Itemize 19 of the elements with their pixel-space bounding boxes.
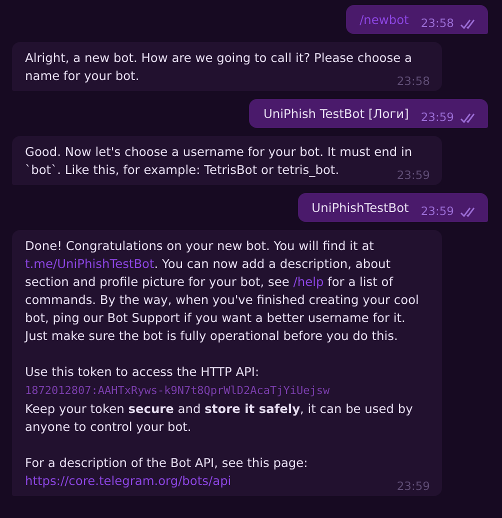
message-time: 23:58	[396, 74, 430, 88]
message-text: UniPhishTestBot 23:59	[312, 199, 478, 217]
message-text: Use this token to access the HTTP API:	[25, 364, 260, 381]
message-text: For a description of the Bot API, see this page:	[25, 455, 309, 472]
token-code[interactable]: 1872012807:AAHTxRyws-k9N7t8QprWlD2AcaTjYiUejsw	[25, 384, 330, 397]
message-text: Keep your token secure and store it safely, it can be used by anyone to control your bot.	[25, 401, 414, 436]
message-time: 23:59	[396, 479, 430, 493]
link[interactable]: /help	[293, 275, 324, 289]
message-time: 23:59	[396, 168, 430, 182]
link[interactable]: t.me/UniPhishTestBot	[25, 257, 154, 271]
message-time: 23:58	[420, 16, 454, 30]
message-text: Alright, a new bot. How are we going to call it? Please choose a name for your bot. 23:58	[25, 50, 430, 85]
message-text: Good. Now let's choose a username for your bot. It must end in `bot`. Like this, for example: TetrisBot or tetris_bot. 23:59	[25, 144, 430, 179]
message-text: Done! Congratulations on your new bot. You will find it at t.me/UniPhishTestBot. You can now add a description, about section and profile picture for your bot, see /help for a list of commands. By the way, when you've finished creating your cool bot, ping our Bot Support if you want a better username for it. Just make sure the bot is fully operational before you do this.	[25, 238, 420, 345]
message-text: UniPhish TestBot [Логи] 23:59	[263, 105, 478, 123]
message-time: 23:59	[420, 204, 454, 218]
link[interactable]: /newbot	[360, 13, 409, 27]
message-time: 23:59	[420, 110, 454, 124]
link[interactable]: https://core.telegram.org/bots/api	[25, 474, 232, 488]
